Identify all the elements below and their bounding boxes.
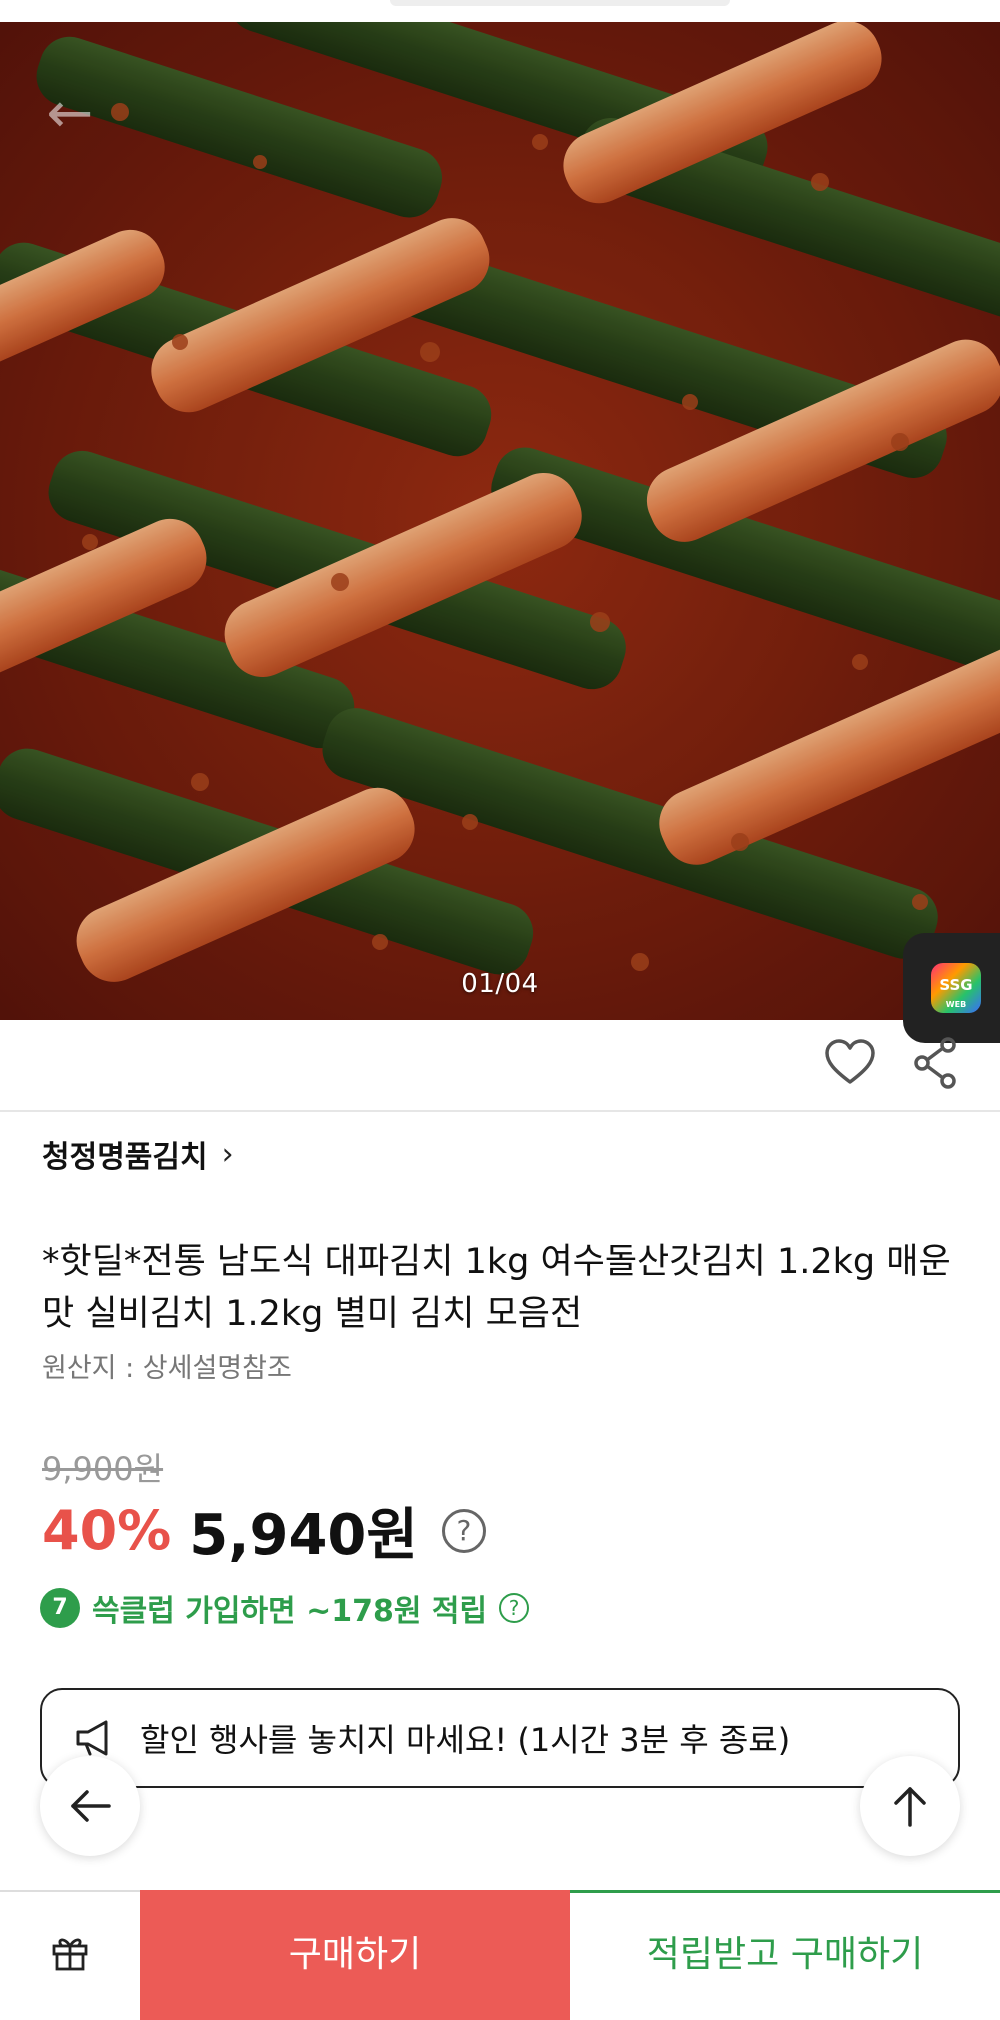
chevron-right-icon: › bbox=[221, 1136, 234, 1172]
earn-and-buy-button[interactable]: 적립받고 구매하기 bbox=[570, 1890, 1000, 2020]
product-image-carousel[interactable]: ← 01/04 bbox=[0, 22, 1000, 1020]
bottom-purchase-bar: 구매하기 적립받고 구매하기 bbox=[0, 1890, 1000, 2020]
kimchi-photo bbox=[0, 22, 1000, 1020]
gift-icon bbox=[52, 1938, 88, 1971]
discount-rate: 40% bbox=[42, 1499, 172, 1562]
club-help-icon[interactable]: ? bbox=[499, 1593, 530, 1623]
arrow-up-icon bbox=[894, 1787, 926, 1827]
arrow-left-icon bbox=[71, 1790, 111, 1822]
arrow-left-icon[interactable]: ← bbox=[40, 84, 100, 144]
status-strip bbox=[0, 0, 1000, 22]
club-benefit[interactable]: 7 쓱클럽 가입하면 ~178원 적립 ? bbox=[40, 1586, 530, 1630]
promo-banner[interactable]: 할인 행사를 놓치지 마세요! (1시간 3분 후 종료) bbox=[40, 1688, 960, 1788]
heart-icon[interactable] bbox=[822, 1035, 878, 1091]
product-actions bbox=[800, 1035, 1000, 1095]
club-benefit-text: 쓱클럽 가입하면 ~178원 적립 bbox=[92, 1594, 488, 1629]
top-handle bbox=[390, 0, 730, 6]
scroll-top-button[interactable] bbox=[860, 1756, 960, 1856]
buy-button[interactable]: 구매하기 bbox=[140, 1890, 570, 2020]
original-price: 9,900원 bbox=[42, 1450, 164, 1488]
back-button[interactable] bbox=[40, 1756, 140, 1856]
price-row: 40% 5,940원 ? bbox=[42, 1490, 486, 1571]
seller-link[interactable]: 청정명품김치 › bbox=[42, 1132, 234, 1176]
ssg-logo-icon: SSG WEB bbox=[931, 963, 981, 1013]
ssg-web-tab[interactable]: SSG WEB bbox=[903, 933, 1000, 1043]
sale-price: 5,940원 bbox=[189, 1503, 418, 1568]
divider bbox=[0, 1110, 1000, 1112]
image-pager: 01/04 bbox=[461, 969, 539, 999]
price-help-icon[interactable]: ? bbox=[441, 1508, 486, 1553]
seller-name: 청정명품김치 bbox=[42, 1140, 208, 1175]
product-title: *핫딜*전통 남도식 대파김치 1kg 여수돌산갓김치 1.2kg 매운맛 실비… bbox=[42, 1242, 951, 1334]
club-badge-icon: 7 bbox=[40, 1588, 80, 1628]
gift-button[interactable] bbox=[0, 1890, 140, 2020]
product-origin: 원산지 : 상세설명참조 bbox=[42, 1353, 292, 1384]
share-icon[interactable] bbox=[908, 1035, 964, 1091]
promo-text: 할인 행사를 놓치지 마세요! (1시간 3분 후 종료) bbox=[140, 1721, 791, 1759]
megaphone-icon bbox=[76, 1720, 108, 1756]
